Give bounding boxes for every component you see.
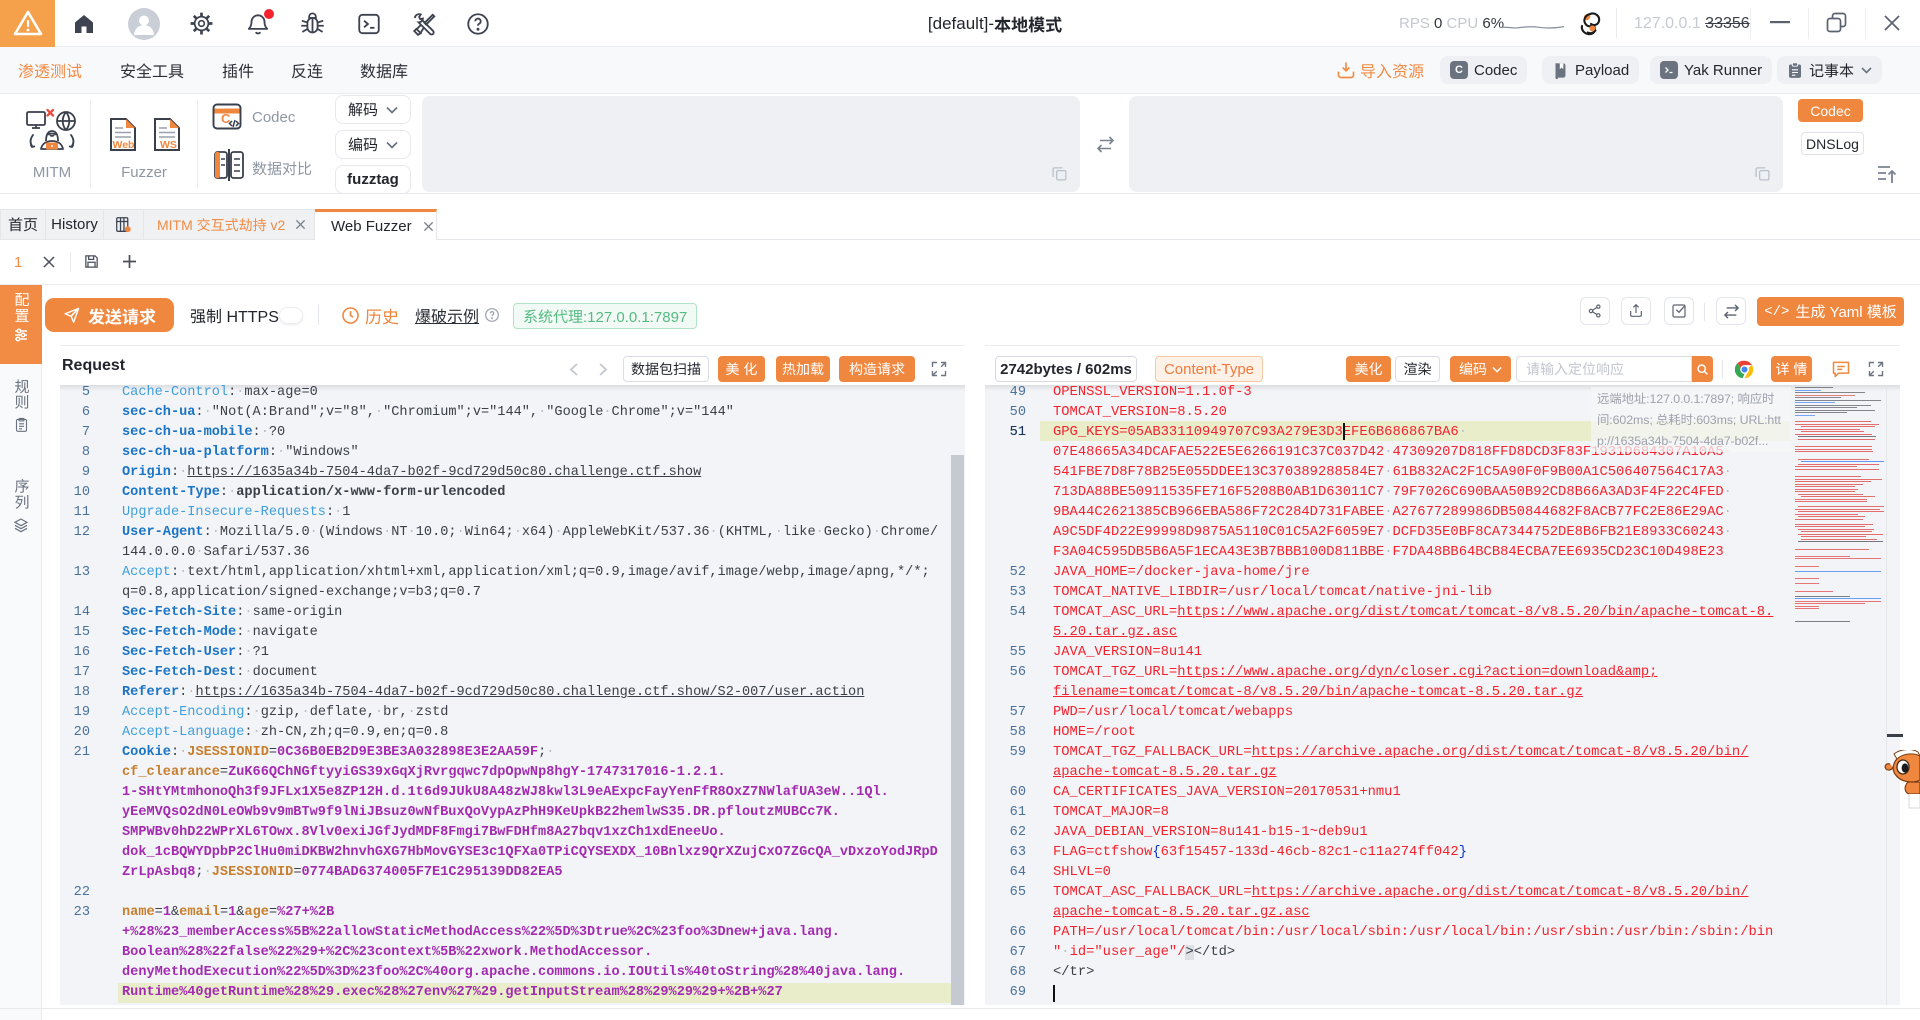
svg-text:Web: Web xyxy=(113,139,135,151)
svg-text:WS: WS xyxy=(160,139,177,151)
